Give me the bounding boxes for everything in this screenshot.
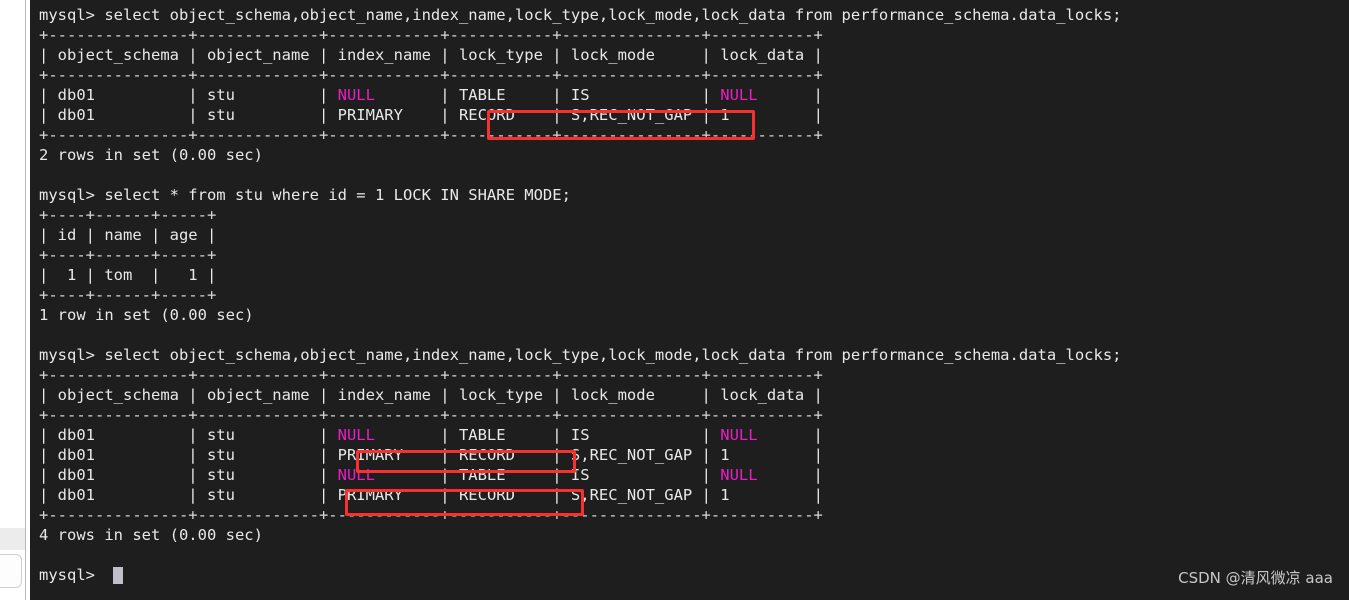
cell-lock-data: NULL bbox=[720, 466, 758, 484]
row-suffix: | bbox=[729, 486, 823, 504]
cell-index-name: PRIMARY bbox=[337, 106, 403, 124]
row-prefix: | db01 | stu | bbox=[39, 446, 338, 464]
table-rule-top: +----+------+-----+ bbox=[39, 206, 217, 224]
panel-card[interactable] bbox=[0, 554, 22, 588]
terminal-window[interactable]: mysql> select object_schema,object_name,… bbox=[30, 0, 1349, 600]
table-row: | db01 | stu | PRIMARY | RECORD | S,REC_… bbox=[39, 445, 1349, 465]
cell-index-name: PRIMARY bbox=[337, 446, 403, 464]
table-header-row: | id | name | age | bbox=[39, 226, 217, 244]
table-rule-mid: +---------------+-------------+---------… bbox=[39, 406, 823, 424]
prompt-line[interactable]: mysql> bbox=[39, 565, 1349, 585]
table-rule-top: +---------------+-------------+---------… bbox=[39, 26, 823, 44]
cell-lock-data: NULL bbox=[720, 86, 758, 104]
row-middle: | RECORD | S,REC_NOT_GAP | bbox=[402, 446, 721, 464]
cell-index-name: NULL bbox=[337, 426, 375, 444]
result-status: 4 rows in set (0.00 sec) bbox=[39, 526, 263, 544]
host-app-panel bbox=[0, 0, 30, 600]
text-cursor bbox=[113, 567, 123, 584]
row-middle: | TABLE | IS | bbox=[374, 466, 721, 484]
row-suffix: | bbox=[757, 426, 823, 444]
table-rule-mid: +----+------+-----+ bbox=[39, 246, 217, 264]
table-rule-bottom: +---------------+-------------+---------… bbox=[39, 506, 823, 524]
terminal-output: mysql> select object_schema,object_name,… bbox=[39, 5, 1349, 600]
table-row: | db01 | stu | NULL | TABLE | IS | NULL … bbox=[39, 85, 1349, 105]
row-suffix: | bbox=[729, 446, 823, 464]
result-status: 2 rows in set (0.00 sec) bbox=[39, 146, 263, 164]
table-row: | db01 | stu | PRIMARY | RECORD | S,REC_… bbox=[39, 485, 1349, 505]
cell-index-name: NULL bbox=[337, 86, 375, 104]
row-middle: | RECORD | S,REC_NOT_GAP | bbox=[402, 486, 721, 504]
cell-lock-data: NULL bbox=[720, 426, 758, 444]
table-row: | 1 | tom | 1 | bbox=[39, 266, 217, 284]
table-header-row: | object_schema | object_name | index_na… bbox=[39, 386, 823, 404]
screen: mysql> select object_schema,object_name,… bbox=[0, 0, 1349, 600]
row-suffix: | bbox=[757, 466, 823, 484]
prompt-label: mysql> bbox=[39, 566, 95, 584]
cell-lock-data: 1 bbox=[720, 486, 730, 504]
row-suffix: | bbox=[729, 106, 823, 124]
row-middle: | TABLE | IS | bbox=[374, 426, 721, 444]
table-row: | db01 | stu | NULL | TABLE | IS | NULL … bbox=[39, 425, 1349, 445]
command-line: mysql> select object_schema,object_name,… bbox=[39, 346, 1122, 364]
table-row: | db01 | stu | NULL | TABLE | IS | NULL … bbox=[39, 465, 1349, 485]
watermark: CSDN @清风微凉 aaa bbox=[1178, 569, 1333, 587]
cell-index-name: NULL bbox=[337, 466, 375, 484]
cell-lock-data: 1 bbox=[720, 106, 730, 124]
row-prefix: | db01 | stu | bbox=[39, 86, 338, 104]
table-rule-mid: +---------------+-------------+---------… bbox=[39, 66, 823, 84]
row-prefix: | db01 | stu | bbox=[39, 106, 338, 124]
table-rule-bottom: +---------------+-------------+---------… bbox=[39, 126, 823, 144]
cell-lock-data: 1 bbox=[720, 446, 730, 464]
cell-index-name: PRIMARY bbox=[337, 486, 403, 504]
table-header-row: | object_schema | object_name | index_na… bbox=[39, 46, 823, 64]
table-rule-top: +---------------+-------------+---------… bbox=[39, 366, 823, 384]
panel-strip bbox=[0, 528, 25, 550]
panel-divider bbox=[25, 0, 26, 600]
row-prefix: | db01 | stu | bbox=[39, 466, 338, 484]
command-line: mysql> select * from stu where id = 1 LO… bbox=[39, 186, 571, 204]
row-middle: | RECORD | S,REC_NOT_GAP | bbox=[402, 106, 721, 124]
row-prefix: | db01 | stu | bbox=[39, 486, 338, 504]
command-line: mysql> select object_schema,object_name,… bbox=[39, 6, 1122, 24]
row-middle: | TABLE | IS | bbox=[374, 86, 721, 104]
result-status: 1 row in set (0.00 sec) bbox=[39, 306, 254, 324]
table-row: | db01 | stu | PRIMARY | RECORD | S,REC_… bbox=[39, 105, 1349, 125]
row-prefix: | db01 | stu | bbox=[39, 426, 338, 444]
row-suffix: | bbox=[757, 86, 823, 104]
table-rule-bottom: +----+------+-----+ bbox=[39, 286, 217, 304]
